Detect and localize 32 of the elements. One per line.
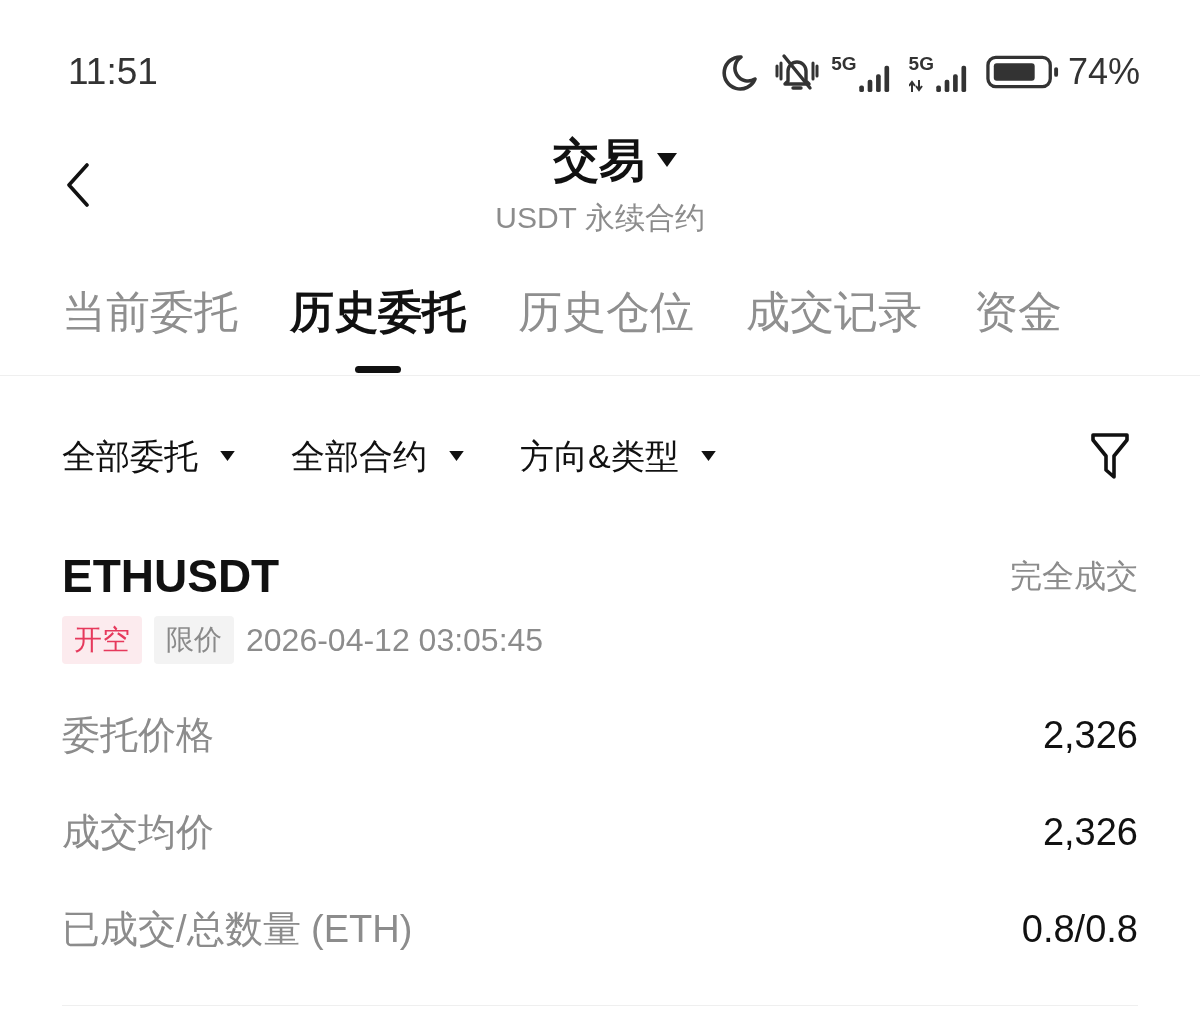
caret-icon xyxy=(700,451,716,461)
moon-icon xyxy=(719,52,760,92)
funnel-icon xyxy=(1090,432,1130,480)
filter-dropdown[interactable]: 全部合约 xyxy=(291,432,464,480)
data-arrows-icon xyxy=(908,80,923,92)
battery-percent: 74% xyxy=(1067,50,1140,94)
field-label: 成交均价 xyxy=(62,810,214,855)
order-tag: 限价 xyxy=(154,616,234,664)
caret-icon xyxy=(220,451,235,461)
field-value: 2,326 xyxy=(1042,713,1138,758)
field-label: 委托价格 xyxy=(62,713,214,758)
clock-time: 11:51 xyxy=(68,50,158,94)
filter-dropdown[interactable]: 方向&类型 xyxy=(520,432,716,480)
network-type-label: 5G xyxy=(831,54,857,74)
order-status: 完全成交 xyxy=(1010,557,1138,596)
network-type-label: 5G xyxy=(908,54,934,74)
filter-dropdown[interactable]: 全部委托 xyxy=(62,432,235,480)
tab[interactable]: 历史委托 xyxy=(290,282,466,375)
back-chevron-icon xyxy=(66,163,90,207)
field-label: 已成交/总数量 (ETH) xyxy=(62,907,413,952)
caret-icon xyxy=(449,451,464,461)
field-value: 0.8/0.8 xyxy=(1021,907,1138,952)
filter-button[interactable] xyxy=(1088,430,1132,482)
caret-icon xyxy=(657,153,677,167)
muted-bell-icon xyxy=(773,52,822,92)
symbol-name: ETHUSDT xyxy=(62,549,280,604)
order-tag: 开空 xyxy=(62,616,142,664)
order-time: 2026-04-12 03:05:45 xyxy=(246,621,544,660)
subtitle: USDT 永续合约 xyxy=(495,200,705,236)
field-value: 2,326 xyxy=(1042,810,1138,855)
battery-icon xyxy=(985,55,1060,89)
title-dropdown[interactable]: 交易 xyxy=(553,132,677,188)
